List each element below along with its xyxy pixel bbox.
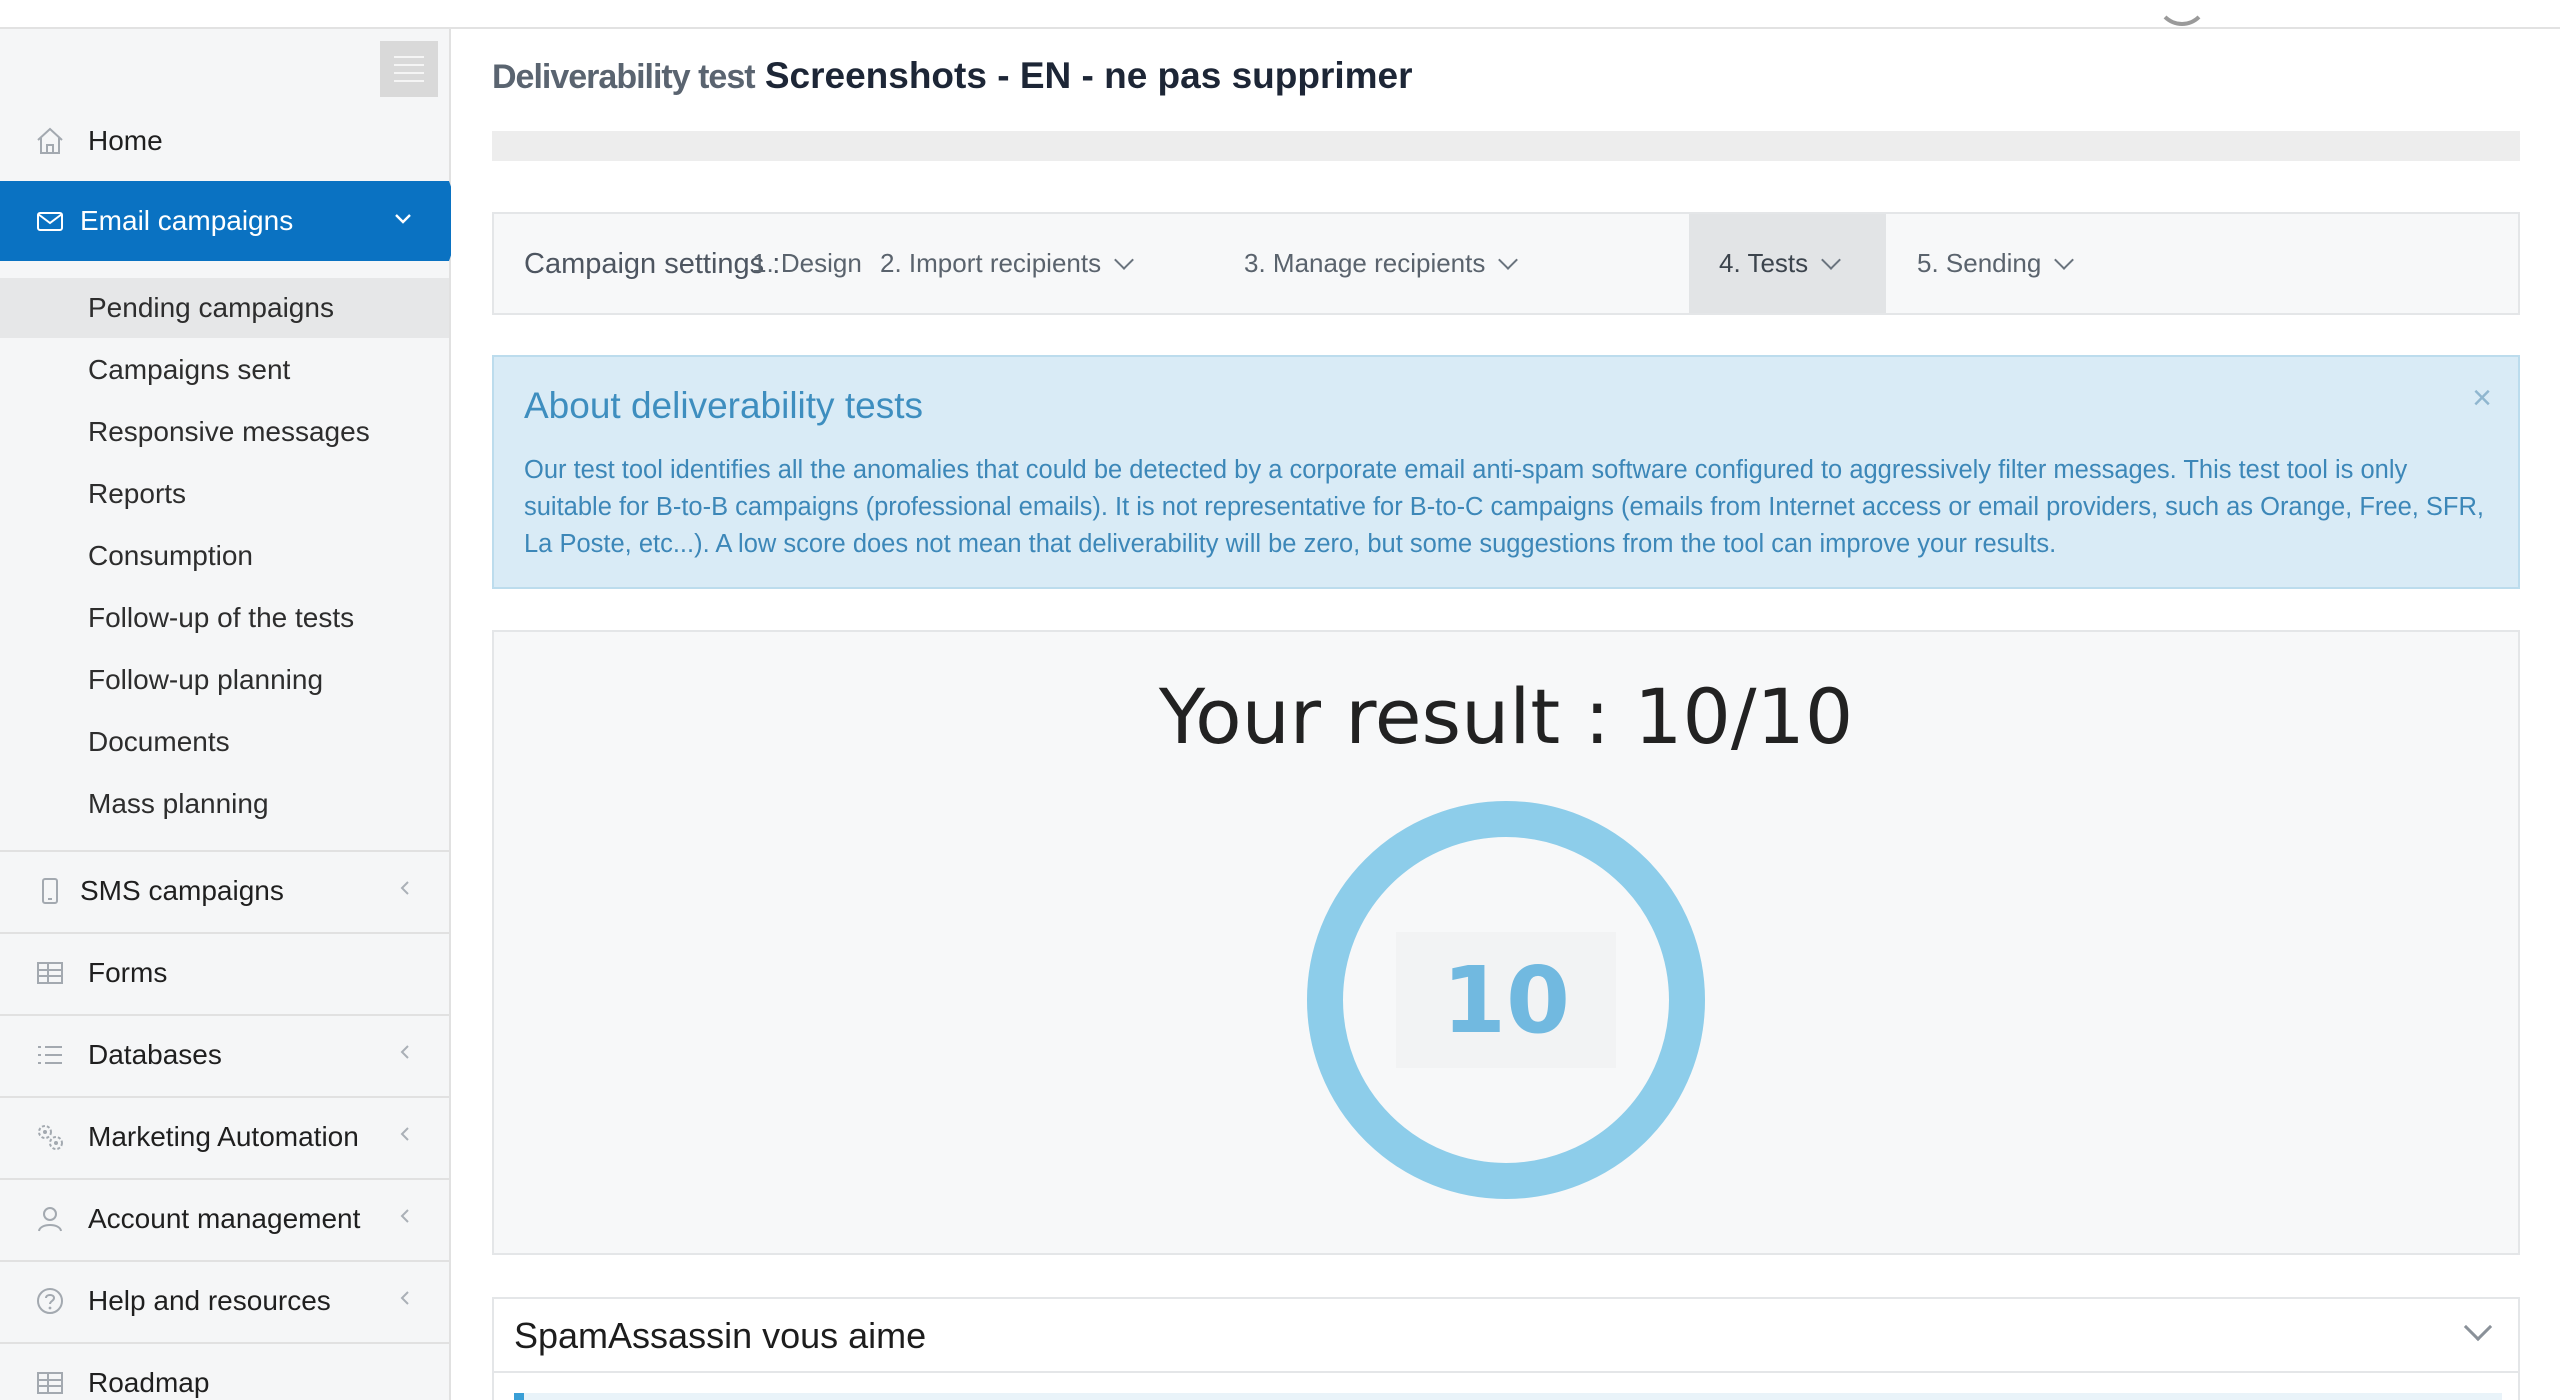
sidebar-subitem-mass-planning[interactable]: Mass planning <box>0 774 449 834</box>
progress-bar <box>492 131 2520 161</box>
list-icon <box>32 1037 68 1073</box>
step-label: 5. Sending <box>1917 248 2042 278</box>
sidebar-subitem-responsive-messages[interactable]: Responsive messages <box>0 402 449 462</box>
alert-title: About deliverability tests <box>524 385 923 426</box>
main-content: Deliverability test Screenshots - EN - n… <box>451 29 2560 1400</box>
spamassassin-accordion: SpamAssassin vous aime <box>492 1297 2520 1400</box>
page-title-name: Screenshots - EN - ne pas supprimer <box>764 55 1413 96</box>
sidebar-subitem-pending-campaigns[interactable]: Pending campaigns <box>0 278 449 338</box>
chevron-down-icon <box>1114 249 1134 270</box>
step-sending[interactable]: 5. Sending <box>1887 214 2101 313</box>
sidebar-item-sms-campaigns[interactable]: SMS campaigns <box>0 850 449 930</box>
sidebar-item-label: Home <box>88 125 163 156</box>
sidebar-item-label: Roadmap <box>88 1367 210 1398</box>
result-title: Your result : 10/10 <box>1158 672 1854 761</box>
gears-icon <box>32 1119 68 1155</box>
step-label: 1. Design <box>752 248 862 278</box>
sidebar-item-account-management[interactable]: Account management <box>0 1178 449 1258</box>
step-label: 2. Import recipients <box>880 248 1102 278</box>
sidebar-subitem-documents[interactable]: Documents <box>0 712 449 772</box>
user-avatar[interactable] <box>2156 0 2208 26</box>
sidebar-item-help-resources[interactable]: Help and resources <box>0 1260 449 1340</box>
sidebar-subitem-follow-up-planning[interactable]: Follow-up planning <box>0 650 449 710</box>
accordion-header[interactable]: SpamAssassin vous aime <box>494 1299 2518 1373</box>
sidebar-item-marketing-automation[interactable]: Marketing Automation <box>0 1096 449 1176</box>
envelope-icon <box>32 203 68 239</box>
chevron-down-icon[interactable] <box>2463 1312 2493 1342</box>
chevron-down-icon <box>1821 249 1842 270</box>
chevron-left-icon <box>397 1206 413 1232</box>
question-icon <box>32 1283 68 1319</box>
chevron-left-icon <box>397 1042 413 1068</box>
sidebar-subitem-campaigns-sent[interactable]: Campaigns sent <box>0 340 449 400</box>
page-title: Deliverability test Screenshots - EN - n… <box>492 55 1413 97</box>
chevron-left-icon <box>397 1124 413 1150</box>
sidebar-item-home[interactable]: Home <box>0 101 449 181</box>
sidebar-item-label: Account management <box>88 1203 361 1234</box>
sidebar-subitem-reports[interactable]: Reports <box>0 464 449 524</box>
chevron-down-icon <box>2054 249 2075 270</box>
step-manage-recipients[interactable]: 3. Manage recipients <box>1214 214 1545 313</box>
sidebar-item-label: Marketing Automation <box>88 1121 359 1152</box>
accordion-content-strip <box>514 1393 2502 1400</box>
campaign-steps-bar: Campaign settings : 1. Design 2. Import … <box>492 212 2520 315</box>
top-bar <box>0 0 2560 29</box>
home-icon <box>32 123 68 159</box>
sidebar-item-label: SMS campaigns <box>80 875 284 906</box>
mobile-icon <box>32 873 68 909</box>
deliverability-info-alert: About deliverability tests Our test tool… <box>492 355 2520 589</box>
close-icon[interactable]: × <box>2472 379 2492 418</box>
sidebar-item-label: Databases <box>88 1039 222 1070</box>
chevron-down-icon <box>393 208 413 234</box>
chevron-left-icon <box>397 878 413 904</box>
sidebar-item-databases[interactable]: Databases <box>0 1014 449 1094</box>
sidebar-item-forms[interactable]: Forms <box>0 932 449 1012</box>
result-panel: Your result : 10/10 10 <box>492 630 2520 1255</box>
alert-body: Our test tool identifies all the anomali… <box>524 456 2485 558</box>
table-icon <box>32 955 68 991</box>
sidebar-item-roadmap[interactable]: Roadmap <box>0 1342 449 1400</box>
score-gauge: 10 <box>1306 800 1706 1200</box>
sidebar-item-label: Email campaigns <box>80 205 294 236</box>
menu-toggle-icon[interactable] <box>380 41 438 97</box>
step-import-recipients[interactable]: 2. Import recipients <box>850 214 1161 313</box>
accordion-title: SpamAssassin vous aime <box>514 1315 927 1356</box>
score-value: 10 <box>1441 946 1571 1054</box>
step-label: 3. Manage recipients <box>1244 248 1486 278</box>
user-icon <box>32 1201 68 1237</box>
sidebar-subitem-consumption[interactable]: Consumption <box>0 526 449 586</box>
sidebar-item-email-campaigns[interactable]: Email campaigns <box>0 181 463 261</box>
table-icon <box>32 1365 68 1400</box>
step-label: 4. Tests <box>1719 248 1809 278</box>
step-tests[interactable]: 4. Tests <box>1689 214 1886 313</box>
sidebar-item-label: Help and resources <box>88 1285 331 1316</box>
chevron-down-icon <box>1498 249 1519 270</box>
sidebar-item-label: Forms <box>88 957 168 988</box>
chevron-left-icon <box>397 1288 413 1314</box>
page-title-prefix: Deliverability test <box>492 58 756 96</box>
sidebar-subitem-follow-up-tests[interactable]: Follow-up of the tests <box>0 588 449 648</box>
sidebar: Home Email campaigns Pending campaigns C… <box>0 29 463 1400</box>
